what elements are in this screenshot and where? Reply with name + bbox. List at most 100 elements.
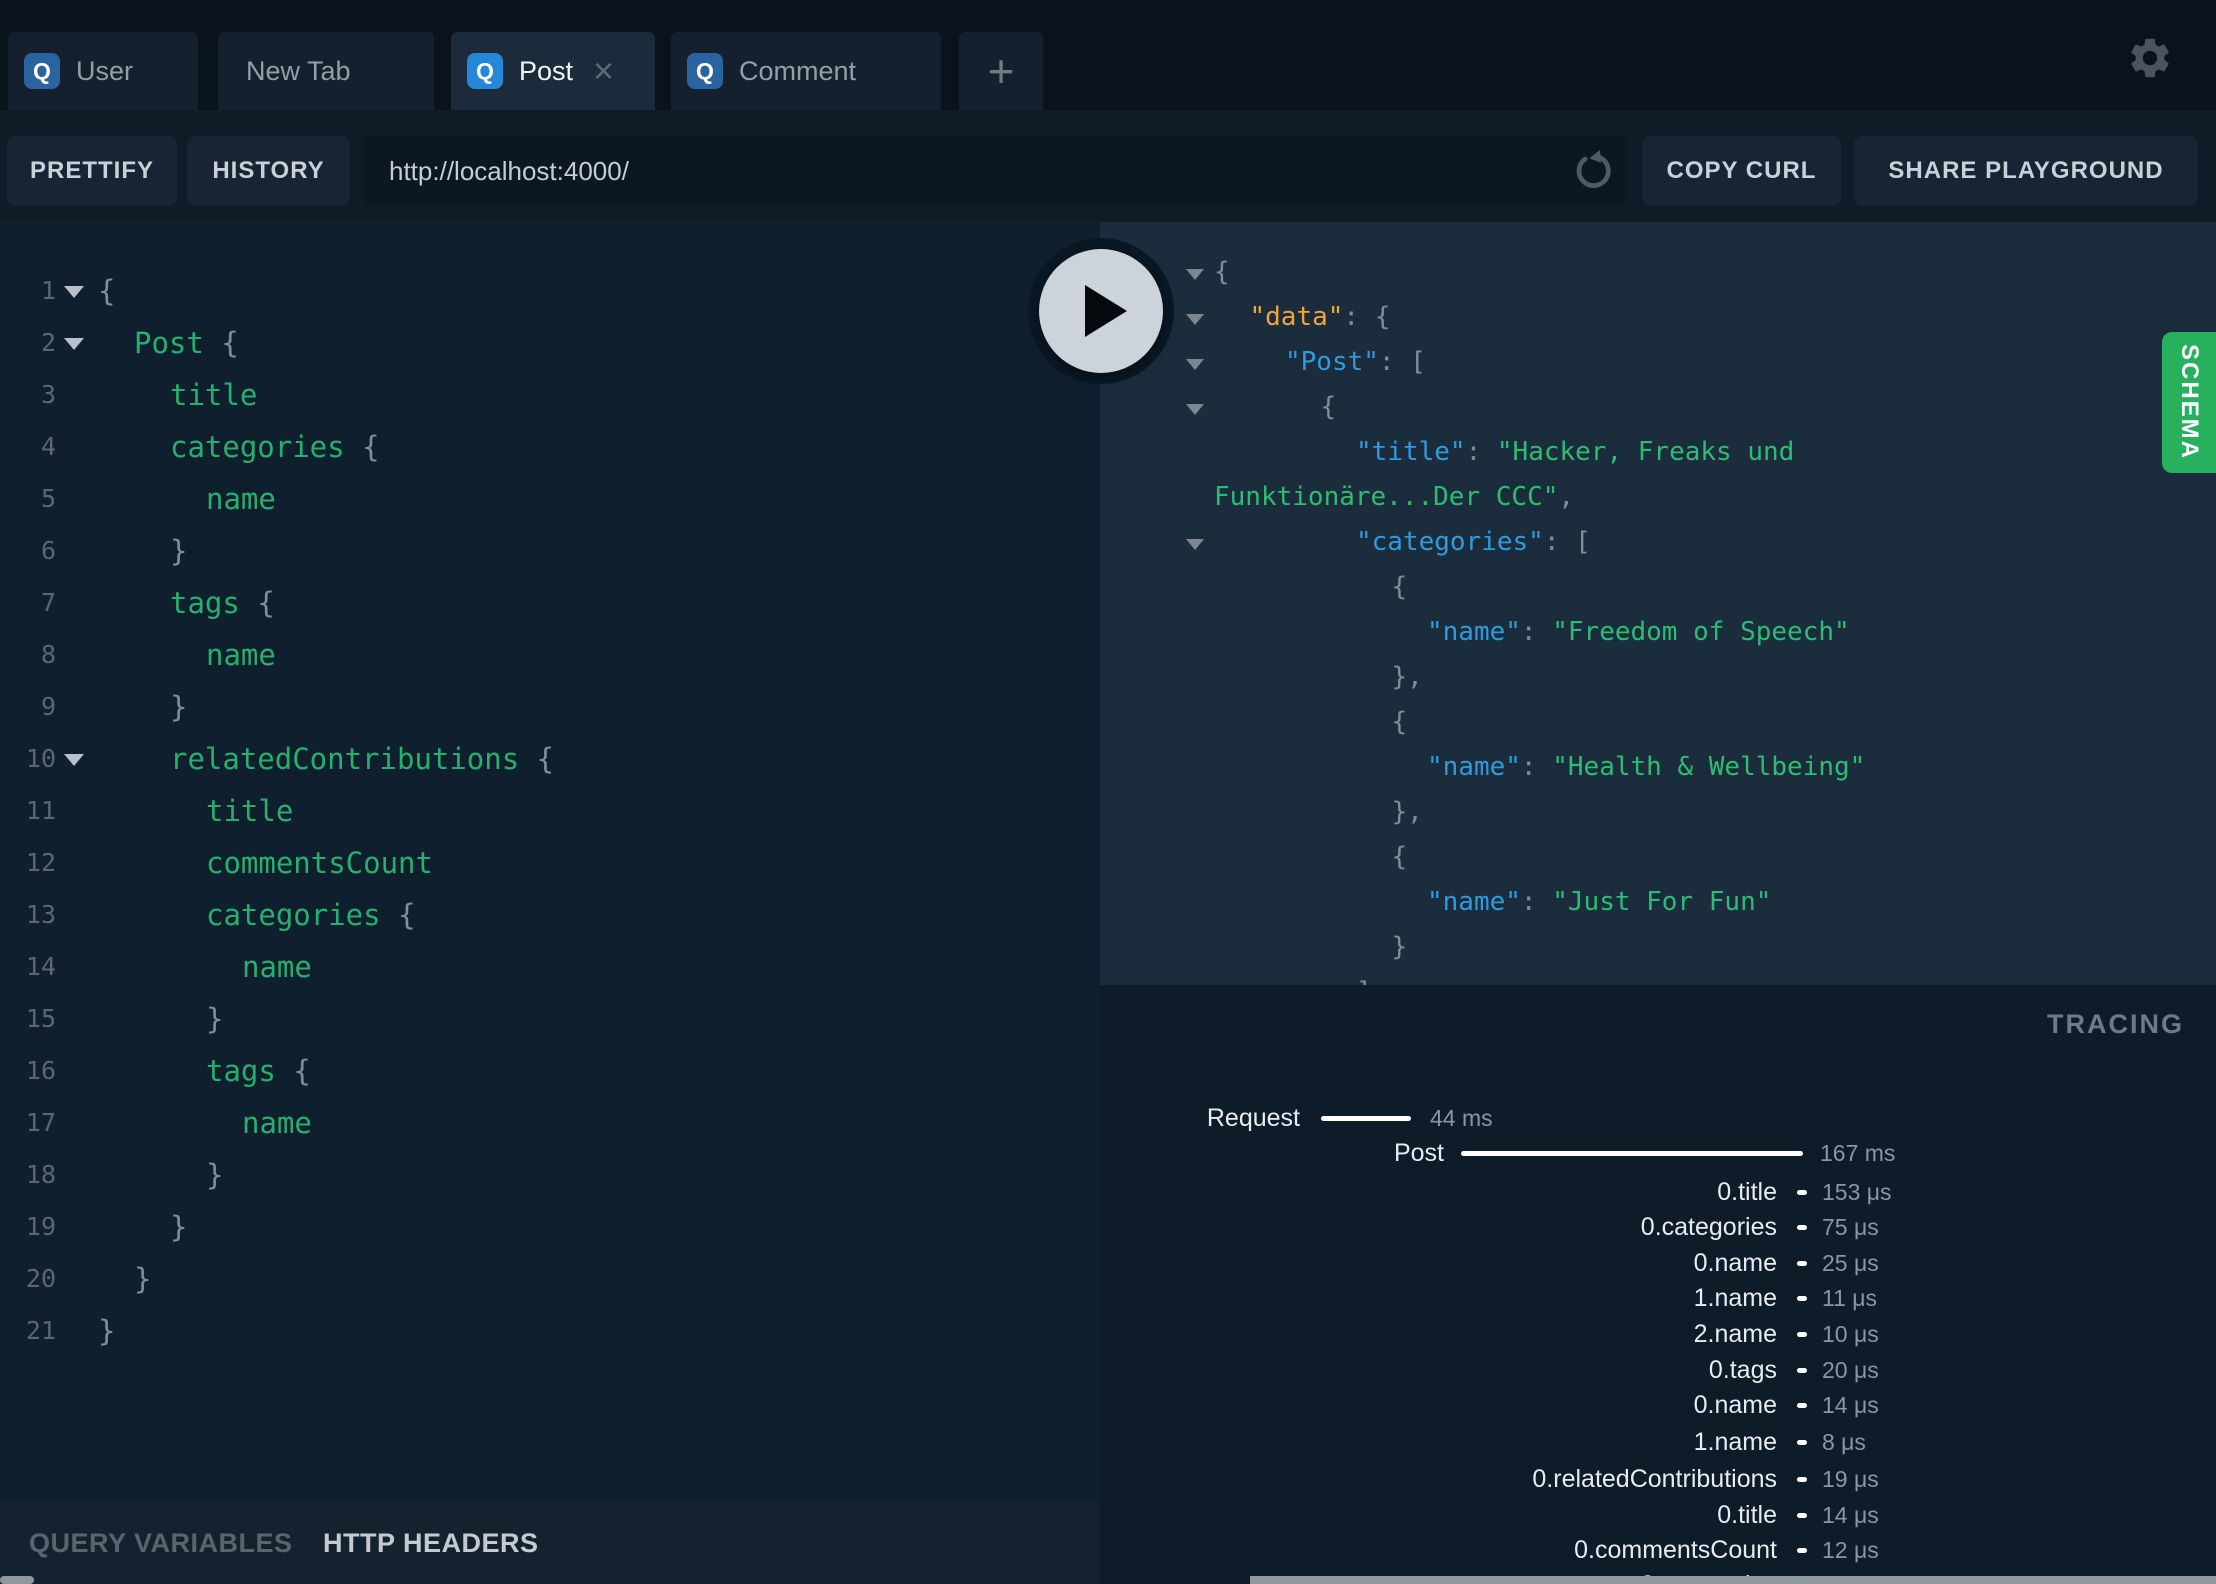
tab-post[interactable]: Q Post ×	[451, 32, 655, 110]
code-token: title	[206, 794, 294, 828]
query-line[interactable]: 7 tags {	[0, 577, 1100, 629]
response-row: },	[1100, 790, 2216, 835]
query-editor[interactable]: 1{2 Post {3 title 4 categories {5 name 6} 7 tags…	[0, 222, 1100, 1502]
endpoint-url-bar	[363, 136, 1627, 206]
prettify-button[interactable]: PRETTIFY	[7, 136, 177, 206]
code-token: :	[1378, 347, 1411, 377]
fold-arrow-icon[interactable]	[1186, 313, 1204, 325]
query-line[interactable]: 5 name	[0, 473, 1100, 525]
tab-user[interactable]: Q User	[8, 32, 198, 110]
fold-arrow-icon[interactable]	[1186, 403, 1204, 415]
trace-time: 153 μs	[1822, 1179, 1892, 1205]
code-token: :	[1343, 302, 1375, 332]
trace-bar	[1797, 1513, 1807, 1518]
code-token: :	[1520, 887, 1553, 917]
response-text: },	[1392, 790, 1423, 835]
query-line[interactable]: 4 categories {	[0, 421, 1100, 473]
line-number: 1	[40, 276, 56, 305]
code-text: }	[170, 525, 187, 577]
query-line[interactable]: 10 relatedContributions {	[0, 733, 1100, 785]
code-text: categories {	[170, 421, 380, 473]
response-row: "title": "Hacker, Freaks und	[1100, 430, 2216, 475]
trace-label: 0.title	[1717, 1178, 1777, 1206]
fold-arrow-icon[interactable]	[1186, 268, 1204, 280]
code-text: relatedContributions {	[170, 733, 554, 785]
history-button[interactable]: HISTORY	[187, 136, 350, 206]
response-row: "categories": [	[1100, 520, 2216, 565]
code-token: "Freedom of Speech"	[1552, 617, 1850, 647]
tracing-panel: TRACING Request 44 ms Post 167 ms 0.title 153…	[1100, 985, 2216, 1584]
query-line[interactable]: 6}	[0, 525, 1100, 577]
trace-bar	[1797, 1332, 1807, 1337]
fold-arrow-icon[interactable]	[64, 286, 84, 298]
url-input[interactable]	[363, 155, 1571, 187]
tracing-horizontal-scrollbar[interactable]	[1250, 1576, 2216, 1584]
code-text: tags {	[170, 577, 275, 629]
fold-arrow-icon[interactable]	[1186, 538, 1204, 550]
tab-new-tab[interactable]: New Tab	[218, 32, 434, 110]
copy-curl-button[interactable]: COPY CURL	[1642, 136, 1841, 206]
query-line[interactable]: 3 title	[0, 369, 1100, 421]
code-text: }	[170, 681, 187, 733]
query-line[interactable]: 17 name	[0, 1097, 1100, 1149]
query-line[interactable]: 19}	[0, 1201, 1100, 1253]
code-token: :	[1520, 752, 1553, 782]
trace-label: 0.relatedContributions	[1532, 1465, 1777, 1493]
trace-time: 19 μs	[1822, 1466, 1879, 1492]
query-line[interactable]: 21}	[0, 1305, 1100, 1357]
trace-time: 167 ms	[1820, 1140, 1896, 1166]
trace-time: 44 ms	[1430, 1105, 1493, 1131]
code-text: name	[242, 1097, 312, 1149]
query-line[interactable]: 15}	[0, 993, 1100, 1045]
code-token: Post	[134, 326, 222, 360]
response-row: Funktionäre...Der CCC",	[1100, 475, 2216, 520]
trace-time: 11 μs	[1822, 1285, 1878, 1311]
code-token: {	[362, 430, 380, 464]
line-number: 12	[25, 848, 56, 877]
response-text: "title": "Hacker, Freaks und	[1356, 430, 1794, 475]
query-line[interactable]: 1{	[0, 265, 1100, 317]
query-variables-tab[interactable]: QUERY VARIABLES	[29, 1502, 293, 1584]
code-token: [	[1410, 347, 1426, 377]
response-row: },	[1100, 655, 2216, 700]
code-token: }	[170, 534, 188, 568]
fold-arrow-icon[interactable]	[64, 338, 84, 350]
query-line[interactable]: 2 Post {	[0, 317, 1100, 369]
fold-arrow-icon[interactable]	[1186, 358, 1204, 370]
code-token: }	[170, 1210, 188, 1244]
query-line[interactable]: 12 commentsCount	[0, 837, 1100, 889]
toolbar: PRETTIFY HISTORY COPY CURL SHARE PLAYGRO…	[0, 110, 2216, 222]
share-playground-button[interactable]: SHARE PLAYGROUND	[1854, 136, 2198, 206]
reload-icon[interactable]	[1571, 150, 1613, 192]
code-token: "data"	[1249, 302, 1344, 332]
code-token: commentsCount	[206, 846, 433, 880]
code-token: }	[1391, 932, 1408, 962]
settings-gear-icon[interactable]	[2126, 34, 2174, 82]
code-text: title	[170, 369, 257, 421]
response-row: "name": "Freedom of Speech"	[1100, 610, 2216, 655]
close-icon[interactable]: ×	[593, 53, 614, 89]
query-line[interactable]: 13 categories {	[0, 889, 1100, 941]
response-row: {	[1100, 835, 2216, 880]
add-tab-button[interactable]: +	[959, 32, 1043, 110]
http-headers-tab[interactable]: HTTP HEADERS	[323, 1502, 539, 1584]
response-row: }	[1100, 925, 2216, 970]
query-line[interactable]: 18}	[0, 1149, 1100, 1201]
fold-arrow-icon[interactable]	[64, 754, 84, 766]
query-line[interactable]: 9}	[0, 681, 1100, 733]
query-line[interactable]: 8 name	[0, 629, 1100, 681]
code-text: }	[98, 1305, 115, 1357]
code-token: {	[1374, 302, 1391, 332]
tab-comment[interactable]: Q Comment	[671, 32, 941, 110]
trace-time: 25 μs	[1822, 1250, 1879, 1276]
query-line[interactable]: 20}	[0, 1253, 1100, 1305]
trace-bar	[1797, 1440, 1807, 1445]
schema-tab[interactable]: SCHEMA	[2162, 332, 2216, 473]
left-horizontal-scrollbar[interactable]	[0, 1576, 34, 1584]
query-line[interactable]: 14 name	[0, 941, 1100, 993]
code-token: tags	[206, 1054, 294, 1088]
query-line[interactable]: 11 title	[0, 785, 1100, 837]
query-line[interactable]: 16 tags {	[0, 1045, 1100, 1097]
code-token: tags	[170, 586, 258, 620]
execute-button[interactable]	[1039, 249, 1163, 373]
